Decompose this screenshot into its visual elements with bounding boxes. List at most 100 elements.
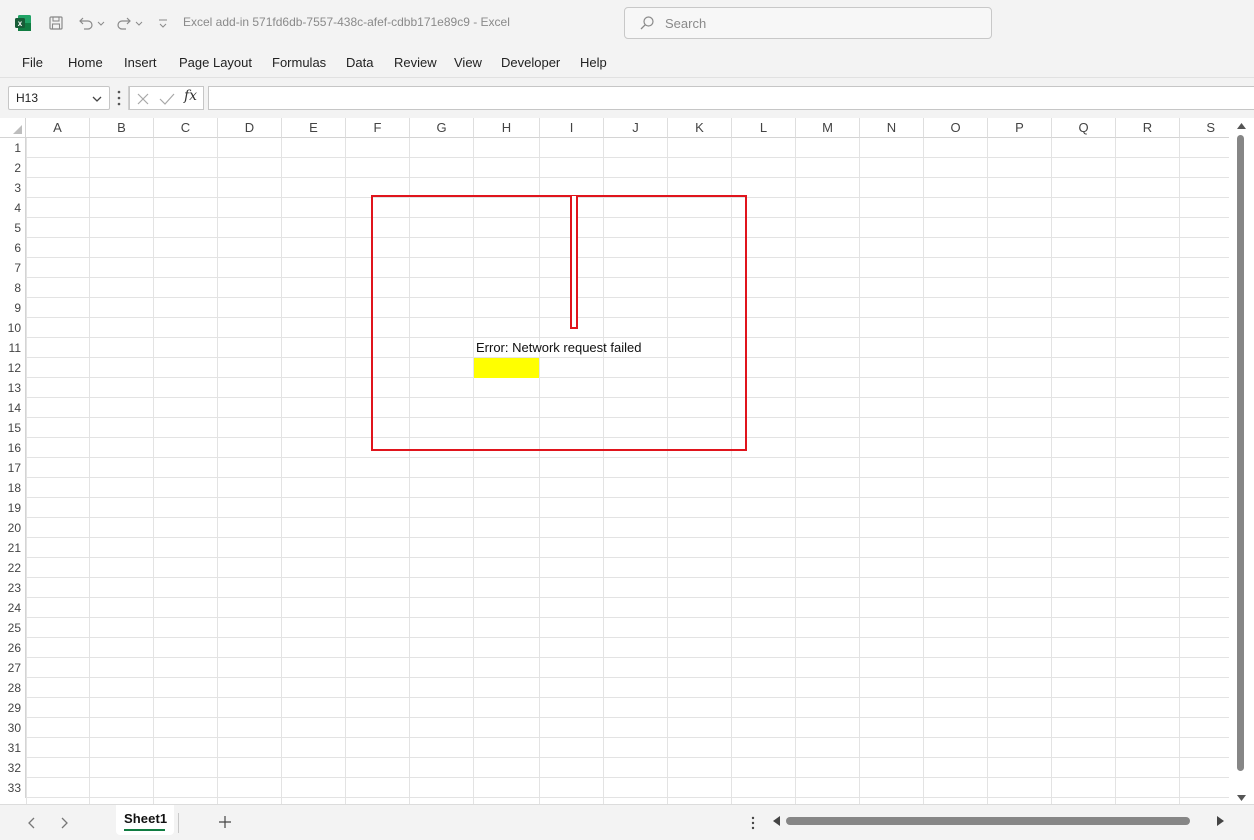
row-header-31[interactable]: 31 — [0, 738, 26, 758]
column-header-j[interactable]: J — [604, 118, 668, 138]
row-header-30[interactable]: 30 — [0, 718, 26, 738]
row-header-9[interactable]: 9 — [0, 298, 26, 318]
menu-insert[interactable]: Insert — [124, 55, 157, 70]
scroll-up-icon[interactable] — [1237, 122, 1246, 130]
menu-developer[interactable]: Developer — [501, 55, 560, 70]
column-header-d[interactable]: D — [218, 118, 282, 138]
row-header-22[interactable]: 22 — [0, 558, 26, 578]
chevron-down-icon[interactable] — [91, 93, 103, 105]
formula-input[interactable] — [208, 86, 1254, 110]
search-input[interactable] — [665, 14, 965, 32]
worksheet-grid[interactable]: A B C D E F G H I J K L M N O P Q R S 1 … — [0, 118, 1254, 804]
row-header-32[interactable]: 32 — [0, 758, 26, 778]
row-header-23[interactable]: 23 — [0, 578, 26, 598]
grid-line — [859, 138, 860, 804]
row-header-14[interactable]: 14 — [0, 398, 26, 418]
row-header-17[interactable]: 17 — [0, 458, 26, 478]
column-header-e[interactable]: E — [282, 118, 346, 138]
menu-file[interactable]: File — [22, 55, 43, 70]
row-header-33[interactable]: 33 — [0, 778, 26, 798]
search-box[interactable] — [624, 7, 992, 39]
row-header-10[interactable]: 10 — [0, 318, 26, 338]
column-header-b[interactable]: B — [90, 118, 154, 138]
row-header-29[interactable]: 29 — [0, 698, 26, 718]
column-header-m[interactable]: M — [796, 118, 860, 138]
column-header-k[interactable]: K — [668, 118, 732, 138]
select-all-corner[interactable] — [0, 118, 26, 138]
row-header-26[interactable]: 26 — [0, 638, 26, 658]
scroll-left-icon[interactable] — [772, 816, 781, 826]
column-header-n[interactable]: N — [860, 118, 924, 138]
row-header-28[interactable]: 28 — [0, 678, 26, 698]
column-header-a[interactable]: A — [26, 118, 90, 138]
column-header-f[interactable]: F — [346, 118, 410, 138]
sheet-tab-sheet1[interactable]: Sheet1 — [116, 805, 174, 835]
grid-line — [923, 138, 924, 804]
menu-home[interactable]: Home — [68, 55, 103, 70]
undo-icon[interactable] — [76, 13, 108, 33]
column-header-r[interactable]: R — [1116, 118, 1180, 138]
column-header-g[interactable]: G — [410, 118, 474, 138]
row-header-24[interactable]: 24 — [0, 598, 26, 618]
column-header-c[interactable]: C — [154, 118, 218, 138]
column-header-l[interactable]: L — [732, 118, 796, 138]
row-header-20[interactable]: 20 — [0, 518, 26, 538]
column-header-o[interactable]: O — [924, 118, 988, 138]
menu-data[interactable]: Data — [346, 55, 373, 70]
vertical-scrollbar[interactable] — [1229, 118, 1254, 804]
more-options-icon[interactable] — [750, 816, 756, 830]
add-sheet-icon[interactable] — [217, 814, 233, 830]
scroll-down-icon[interactable] — [1237, 794, 1246, 802]
column-header-p[interactable]: P — [988, 118, 1052, 138]
excel-logo-icon[interactable]: x — [14, 14, 32, 32]
save-icon[interactable] — [46, 13, 66, 33]
row-header-7[interactable]: 7 — [0, 258, 26, 278]
name-box[interactable]: H13 — [8, 86, 110, 110]
chevron-right-icon[interactable] — [58, 816, 70, 830]
grid-line — [1115, 138, 1116, 804]
column-header-h[interactable]: H — [474, 118, 540, 138]
column-header-i[interactable]: I — [540, 118, 604, 138]
row-header-21[interactable]: 21 — [0, 538, 26, 558]
row-header-12[interactable]: 12 — [0, 358, 26, 378]
highlighted-cell[interactable] — [474, 358, 539, 378]
chevron-left-icon[interactable] — [26, 816, 38, 830]
row-header-2[interactable]: 2 — [0, 158, 26, 178]
row-header-13[interactable]: 13 — [0, 378, 26, 398]
cancel-icon[interactable] — [136, 92, 150, 106]
sheet-tab-label: Sheet1 — [124, 811, 168, 826]
row-header-16[interactable]: 16 — [0, 438, 26, 458]
row-header-1[interactable]: 1 — [0, 138, 26, 158]
search-icon — [640, 16, 654, 30]
menu-help[interactable]: Help — [580, 55, 607, 70]
redo-icon[interactable] — [116, 13, 148, 33]
row-header-8[interactable]: 8 — [0, 278, 26, 298]
row-header-25[interactable]: 25 — [0, 618, 26, 638]
menu-page-layout[interactable]: Page Layout — [179, 55, 252, 70]
column-header-s[interactable]: S — [1180, 118, 1229, 138]
row-header-11[interactable]: 11 — [0, 338, 26, 358]
menu-formulas[interactable]: Formulas — [272, 55, 326, 70]
grid-line — [345, 138, 346, 804]
insert-function-button[interactable]: fx — [184, 88, 197, 104]
row-header-5[interactable]: 5 — [0, 218, 26, 238]
customize-quick-access-icon[interactable] — [156, 13, 170, 33]
row-header-15[interactable]: 15 — [0, 418, 26, 438]
row-header-27[interactable]: 27 — [0, 658, 26, 678]
row-header-19[interactable]: 19 — [0, 498, 26, 518]
menu-view[interactable]: View — [454, 55, 482, 70]
row-header-3[interactable]: 3 — [0, 178, 26, 198]
row-header-18[interactable]: 18 — [0, 478, 26, 498]
horizontal-scroll-thumb[interactable] — [786, 817, 1190, 825]
enter-check-icon[interactable] — [159, 92, 175, 106]
grid-line — [153, 138, 154, 804]
active-sheet-indicator — [124, 829, 165, 831]
menu-review[interactable]: Review — [394, 55, 437, 70]
row-header-6[interactable]: 6 — [0, 238, 26, 258]
more-options-icon[interactable] — [116, 89, 122, 107]
error-message: Error: Network request failed — [476, 340, 642, 355]
row-header-4[interactable]: 4 — [0, 198, 26, 218]
scroll-right-icon[interactable] — [1216, 816, 1225, 826]
column-header-q[interactable]: Q — [1052, 118, 1116, 138]
vertical-scroll-thumb[interactable] — [1237, 135, 1244, 771]
